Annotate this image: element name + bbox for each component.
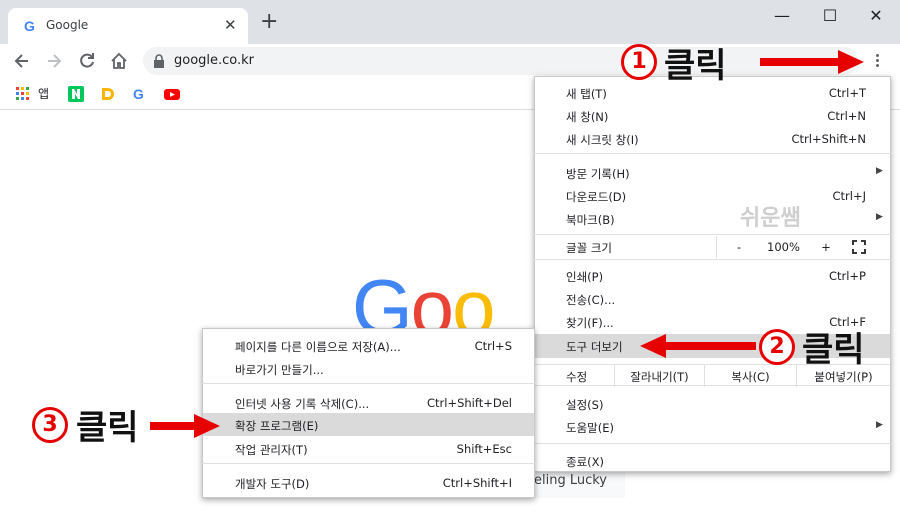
back-icon[interactable] (12, 51, 32, 71)
menu-item-exit[interactable]: 종료(X) (566, 450, 866, 472)
menu-item-incognito[interactable]: 새 시크릿 창(I) Ctrl+Shift+N (566, 128, 866, 150)
menu-separator (534, 259, 891, 260)
apps-grid-icon[interactable] (15, 86, 31, 102)
menu-separator (534, 443, 891, 444)
maximize-button[interactable]: ☐ (820, 6, 840, 26)
submenu-item-create-shortcut[interactable]: 바로가기 만들기... (235, 358, 512, 380)
step-3-arrow-icon (150, 414, 220, 438)
close-window-button[interactable]: ✕ (866, 6, 886, 26)
zoom-label: 글꼴 크기 (566, 241, 612, 255)
new-tab-button[interactable]: + (260, 11, 278, 33)
cut-button[interactable]: 잘라내기(T) (614, 365, 704, 387)
menu-separator (202, 383, 535, 384)
apps-label[interactable]: 앱 (38, 85, 49, 101)
menu-item-downloads[interactable]: 다운로드(D) Ctrl+J (566, 185, 866, 207)
submenu-item-task-manager[interactable]: 작업 관리자(T) Shift+Esc (235, 438, 512, 460)
forward-icon[interactable] (44, 51, 64, 71)
zoom-row: 글꼴 크기 - 100% + (534, 236, 890, 258)
step-3-label: 클릭 (76, 408, 139, 448)
copy-button[interactable]: 복사(C) (704, 365, 796, 387)
tab-google[interactable]: G Google ✕ (8, 8, 248, 44)
svg-text:G: G (133, 86, 144, 102)
zoom-in-button[interactable]: + (806, 236, 846, 258)
fullscreen-icon[interactable] (852, 240, 866, 254)
menu-item-settings[interactable]: 설정(S) (566, 393, 866, 415)
svg-text:G: G (24, 18, 35, 34)
menu-item-bookmarks[interactable]: 북마크(B) (566, 208, 866, 230)
address-bar[interactable]: google.co.kr (143, 47, 858, 75)
step-1-arrow-icon (760, 50, 864, 74)
menu-separator (534, 234, 891, 235)
menu-item-print[interactable]: 인쇄(P) Ctrl+P (566, 265, 866, 287)
naver-icon[interactable] (68, 86, 84, 102)
lock-icon[interactable] (153, 54, 165, 68)
daum-icon[interactable] (100, 86, 116, 102)
tab-close-icon[interactable]: ✕ (224, 16, 237, 34)
tab-title: Google (46, 18, 89, 32)
menu-separator (534, 153, 891, 154)
submenu-arrow-icon: ▶ (876, 166, 883, 176)
step-3-badge: 3 (32, 407, 68, 443)
submenu-item-clear-history[interactable]: 인터넷 사용 기록 삭제(C)... Ctrl+Shift+Del (235, 392, 512, 414)
minimize-button[interactable]: — (772, 6, 792, 26)
submenu-arrow-icon: ▶ (876, 420, 883, 430)
youtube-icon[interactable] (163, 86, 181, 102)
submenu-item-dev-tools[interactable]: 개발자 도구(D) Ctrl+Shift+I (235, 472, 512, 494)
submenu-item-save-page[interactable]: 페이지를 다른 이름으로 저장(A)... Ctrl+S (235, 335, 512, 357)
step-2-badge: 2 (759, 329, 795, 365)
submenu-arrow-icon: ▶ (876, 212, 883, 222)
menu-item-new-window[interactable]: 새 창(N) Ctrl+N (566, 105, 866, 127)
step-2-arrow-icon (640, 334, 756, 358)
chrome-menu-button[interactable] (865, 52, 889, 72)
submenu-item-extensions[interactable]: 확장 프로그램(E) (235, 414, 512, 436)
tab-strip: G Google ✕ + — ☐ ✕ (0, 0, 900, 44)
zoom-out-button[interactable]: - (716, 236, 761, 258)
google-bookmark-icon[interactable]: G (131, 86, 147, 102)
menu-separator (202, 463, 535, 464)
zoom-value: 100% (767, 240, 800, 254)
step-1-label: 클릭 (664, 46, 727, 86)
step-1-badge: 1 (621, 44, 657, 80)
google-favicon-icon: G (24, 18, 35, 34)
home-icon[interactable] (109, 51, 129, 71)
watermark: 쉬운쌤 (740, 206, 801, 231)
step-2-label: 클릭 (802, 330, 865, 370)
url-text: google.co.kr (174, 53, 255, 68)
menu-item-cast[interactable]: 전송(C)... (566, 288, 866, 310)
menu-item-history[interactable]: 방문 기록(H) (566, 162, 866, 184)
menu-item-help[interactable]: 도움말(E) (566, 416, 866, 438)
reload-icon[interactable] (77, 51, 97, 71)
